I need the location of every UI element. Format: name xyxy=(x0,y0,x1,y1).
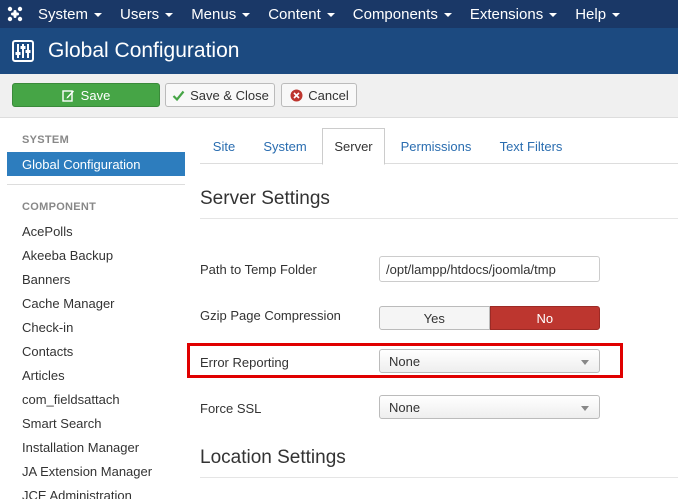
gzip-no-option[interactable]: No xyxy=(489,306,600,330)
page-title: Global Configuration xyxy=(48,39,240,62)
location-settings-heading: Location Settings xyxy=(200,447,346,468)
gzip-compression-toggle: Yes No xyxy=(379,306,600,330)
menu-system[interactable]: System xyxy=(30,0,112,28)
caret-down-icon xyxy=(443,13,452,17)
config-tabs: Site System Server Permissions Text Filt… xyxy=(200,128,678,165)
sidebar-item-check-in[interactable]: Check-in xyxy=(22,320,73,335)
joomla-logo-icon[interactable] xyxy=(0,0,30,28)
toolbar: Save Save & Close Cancel xyxy=(0,74,678,118)
tab-server[interactable]: Server xyxy=(322,128,385,165)
sidebar-item-articles[interactable]: Articles xyxy=(22,368,65,383)
menu-components[interactable]: Components xyxy=(345,0,462,28)
sidebar-header-component: COMPONENT xyxy=(22,201,97,213)
sidebar-item-contacts[interactable]: Contacts xyxy=(22,344,73,359)
temp-folder-input[interactable] xyxy=(379,256,600,282)
temp-folder-label: Path to Temp Folder xyxy=(200,262,317,277)
menu-extensions[interactable]: Extensions xyxy=(462,0,567,28)
title-bar: Global Configuration xyxy=(0,28,678,74)
force-ssl-label: Force SSL xyxy=(200,401,262,416)
checkmark-icon xyxy=(171,88,185,102)
caret-down-icon xyxy=(612,13,621,17)
sidebar-item-global-configuration[interactable]: Global Configuration xyxy=(7,152,185,176)
tab-site[interactable]: Site xyxy=(200,128,248,164)
cancel-button[interactable]: Cancel xyxy=(281,83,357,107)
sidebar-item-acepolls[interactable]: AcePolls xyxy=(22,224,73,239)
gzip-compression-label: Gzip Page Compression xyxy=(200,308,341,323)
sidebar-item-banners[interactable]: Banners xyxy=(22,272,70,287)
sidebar-item-akeeba-backup[interactable]: Akeeba Backup xyxy=(22,248,113,263)
caret-down-icon xyxy=(549,13,558,17)
sidebar-item-ja-extension-manager[interactable]: JA Extension Manager xyxy=(22,464,152,479)
server-settings-heading: Server Settings xyxy=(200,188,330,209)
error-reporting-highlight-box xyxy=(187,343,623,378)
sidebar-item-com-fieldsattach[interactable]: com_fieldsattach xyxy=(22,392,120,407)
sidebar-item-jce-administration[interactable]: JCE Administration xyxy=(22,488,132,499)
save-button[interactable]: Save xyxy=(12,83,160,107)
caret-down-icon xyxy=(242,13,251,17)
dropdown-arrow-icon xyxy=(581,406,589,411)
tab-text-filters[interactable]: Text Filters xyxy=(488,128,574,164)
gzip-yes-option[interactable]: Yes xyxy=(379,306,490,330)
top-menu-bar: System Users Menus Content Components Ex… xyxy=(0,0,678,28)
sidebar-item-smart-search[interactable]: Smart Search xyxy=(22,416,101,431)
tab-permissions[interactable]: Permissions xyxy=(392,128,480,164)
section-divider xyxy=(200,218,678,219)
edit-icon xyxy=(62,88,76,102)
sidebar-divider xyxy=(7,184,185,185)
caret-down-icon xyxy=(165,13,174,17)
caret-down-icon xyxy=(326,13,335,17)
close-circle-icon xyxy=(289,88,303,102)
tab-system[interactable]: System xyxy=(252,128,318,164)
menu-users[interactable]: Users xyxy=(112,0,183,28)
menu-help[interactable]: Help xyxy=(567,0,630,28)
section-divider xyxy=(200,477,678,478)
sidebar: SYSTEM Global Configuration COMPONENT Ac… xyxy=(0,118,192,499)
sidebar-item-installation-manager[interactable]: Installation Manager xyxy=(22,440,139,455)
force-ssl-select[interactable]: None xyxy=(379,395,600,419)
sliders-icon xyxy=(12,40,34,62)
menu-content[interactable]: Content xyxy=(260,0,345,28)
menu-menus[interactable]: Menus xyxy=(183,0,260,28)
sidebar-item-cache-manager[interactable]: Cache Manager xyxy=(22,296,115,311)
sidebar-header-system: SYSTEM xyxy=(22,134,70,146)
save-close-button[interactable]: Save & Close xyxy=(165,83,275,107)
caret-down-icon xyxy=(94,13,103,17)
